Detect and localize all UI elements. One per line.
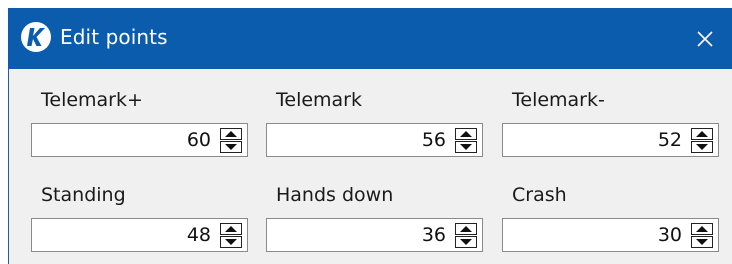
telemark-plus-spinner[interactable]: 60: [31, 123, 248, 157]
label-telemark-plus: Telemark+: [41, 89, 143, 111]
arrow-down-icon: [691, 235, 713, 248]
spin-buttons[interactable]: [218, 127, 244, 153]
increment-button[interactable]: [218, 127, 244, 140]
crash-value[interactable]: 30: [658, 223, 682, 247]
increment-button[interactable]: [689, 222, 715, 235]
telemark-spinner[interactable]: 56: [266, 123, 483, 157]
crash-spinner[interactable]: 30: [502, 218, 719, 252]
arrow-up-icon: [220, 222, 242, 235]
arrow-down-icon: [220, 235, 242, 248]
spin-buttons[interactable]: [689, 127, 715, 153]
arrow-down-icon: [220, 140, 242, 153]
increment-button[interactable]: [453, 127, 479, 140]
arrow-up-icon: [455, 127, 477, 140]
arrow-down-icon: [691, 140, 713, 153]
edit-points-dialog: Edit points Telemark+ 60 Telemark 56 Tel…: [8, 8, 732, 264]
arrow-up-icon: [455, 222, 477, 235]
increment-button[interactable]: [218, 222, 244, 235]
decrement-button[interactable]: [218, 140, 244, 153]
standing-spinner[interactable]: 48: [31, 218, 248, 252]
close-button[interactable]: [677, 8, 732, 69]
increment-button[interactable]: [453, 222, 479, 235]
label-telemark: Telemark: [276, 89, 363, 111]
close-icon: [697, 30, 713, 47]
spin-buttons[interactable]: [453, 127, 479, 153]
spin-buttons[interactable]: [218, 222, 244, 248]
telemark-plus-value[interactable]: 60: [187, 128, 211, 152]
telemark-minus-value[interactable]: 52: [658, 128, 682, 152]
decrement-button[interactable]: [689, 140, 715, 153]
window-title: Edit points: [60, 25, 168, 49]
arrow-down-icon: [455, 235, 477, 248]
label-telemark-minus: Telemark-: [512, 89, 605, 111]
decrement-button[interactable]: [218, 235, 244, 248]
increment-button[interactable]: [689, 127, 715, 140]
title-bar[interactable]: Edit points: [8, 8, 732, 69]
arrow-up-icon: [691, 127, 713, 140]
decrement-button[interactable]: [453, 235, 479, 248]
label-crash: Crash: [512, 184, 567, 206]
hands-down-spinner[interactable]: 36: [266, 218, 483, 252]
label-standing: Standing: [41, 184, 126, 206]
arrow-up-icon: [691, 222, 713, 235]
arrow-down-icon: [455, 140, 477, 153]
spin-buttons[interactable]: [689, 222, 715, 248]
decrement-button[interactable]: [689, 235, 715, 248]
standing-value[interactable]: 48: [187, 223, 211, 247]
label-hands-down: Hands down: [276, 184, 394, 206]
telemark-minus-spinner[interactable]: 52: [502, 123, 719, 157]
arrow-up-icon: [220, 127, 242, 140]
decrement-button[interactable]: [453, 140, 479, 153]
hands-down-value[interactable]: 36: [422, 223, 446, 247]
k-logo-icon: [21, 22, 51, 52]
spin-buttons[interactable]: [453, 222, 479, 248]
telemark-value[interactable]: 56: [422, 128, 446, 152]
